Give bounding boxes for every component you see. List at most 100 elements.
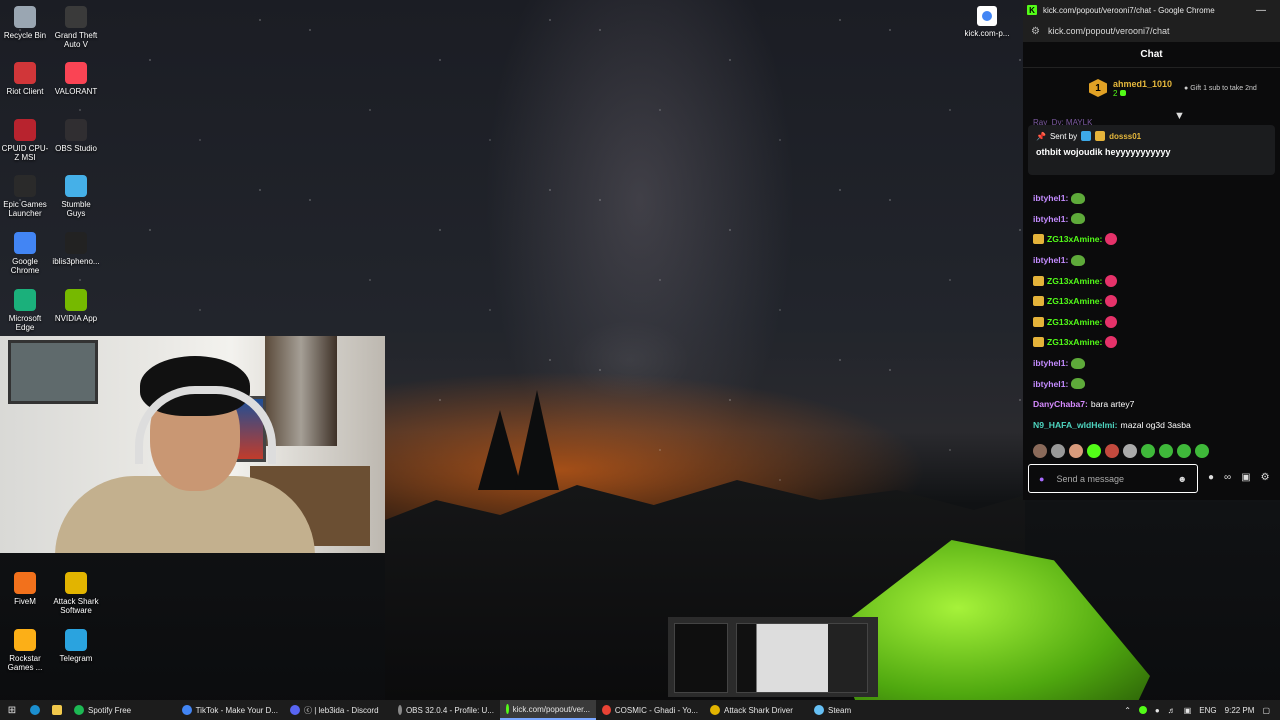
desktop-shortcut[interactable]: Telegram	[51, 629, 101, 663]
minimize-button[interactable]: —	[1256, 5, 1266, 16]
desktop-shortcut[interactable]: Riot Client	[0, 62, 50, 96]
desktop-shortcut[interactable]: Grand Theft Auto V	[51, 6, 101, 49]
settings-icon[interactable]: ⚙	[1261, 472, 1270, 483]
chat-username[interactable]: ZG13xAmine:	[1047, 276, 1102, 286]
chrome-icon	[602, 705, 611, 715]
volume-icon[interactable]: ♬	[1168, 706, 1176, 715]
chat-username[interactable]: ZG13xAmine:	[1047, 337, 1102, 347]
chat-input[interactable]: ● Send a message ☻	[1028, 464, 1198, 493]
desktop-shortcut[interactable]: Recycle Bin	[0, 6, 50, 40]
chat-message[interactable]: ibtyhel1:	[1033, 373, 1273, 394]
windows-start-icon[interactable]: ⊞	[0, 705, 24, 716]
chat-message[interactable]: ibtyhel1:	[1033, 250, 1273, 271]
emote-icon[interactable]	[1033, 444, 1047, 458]
taskbar-app[interactable]: COSMIC - Ghadi - Yo...	[596, 700, 704, 720]
chat-username[interactable]: ZG13xAmine:	[1047, 234, 1102, 244]
language-indicator[interactable]: ENG	[1199, 706, 1216, 715]
preview-thumbnail[interactable]	[674, 623, 728, 693]
emoji-icon[interactable]: ☻	[1178, 474, 1187, 484]
stumble-icon	[65, 175, 87, 197]
taskbar-app[interactable]: TikTok - Make Your D...	[176, 700, 284, 720]
network-icon[interactable]: ▣	[1184, 706, 1192, 715]
chat-username[interactable]: ibtyhel1:	[1033, 379, 1068, 389]
emote-icon[interactable]	[1195, 444, 1209, 458]
desktop-shortcut[interactable]: Epic Games Launcher	[0, 175, 50, 218]
notification-icon[interactable]: ▢	[1262, 706, 1270, 715]
tray-app-icon[interactable]	[1138, 706, 1147, 714]
desktop-shortcut[interactable]: FiveM	[0, 572, 50, 606]
gta-icon	[65, 6, 87, 28]
emote-icon[interactable]	[1123, 444, 1137, 458]
pinned-message[interactable]: 📌 Sent by dosss01 othbit wojoudik heyyyy…	[1028, 125, 1275, 175]
desktop-shortcut[interactable]: Google Chrome	[0, 232, 50, 275]
chat-username[interactable]: DanyChaba7:	[1033, 399, 1088, 409]
chat-message[interactable]: ibtyhel1:	[1033, 209, 1273, 230]
emote-icon[interactable]	[1051, 444, 1065, 458]
desktop-shortcut[interactable]: CPUID CPU-Z MSI	[0, 119, 50, 162]
chat-username[interactable]: ZG13xAmine:	[1047, 296, 1102, 306]
chat-message[interactable]: ibtyhel1:	[1033, 353, 1273, 374]
desktop-shortcut-label: OBS Studio	[55, 144, 97, 153]
emote-icon[interactable]	[1159, 444, 1173, 458]
preview-thumbnail[interactable]	[736, 623, 868, 693]
window-titlebar[interactable]: K kick.com/popout/verooni7/chat - Google…	[1023, 0, 1280, 20]
desktop-shortcut-label: Rockstar Games ...	[7, 654, 43, 672]
link-icon[interactable]: ∞	[1224, 472, 1231, 483]
emote-icon[interactable]	[1177, 444, 1191, 458]
gift-box-icon[interactable]: ▣	[1241, 472, 1250, 483]
chat-message[interactable]: N9_HAFA_wldHelmi: mazal og3d 3asba	[1033, 415, 1273, 436]
desktop-shortcut[interactable]: Microsoft Edge	[0, 289, 50, 332]
chevron-up-icon[interactable]: ⌃	[1124, 706, 1131, 715]
taskbar-app[interactable]: Attack Shark Driver	[704, 700, 808, 720]
microphone-icon[interactable]: ●	[1039, 474, 1044, 484]
taskbar-app[interactable]: Steam	[808, 700, 870, 720]
taskbar-app[interactable]: ⓒ | leb3ida - Discord	[284, 700, 392, 720]
chat-message[interactable]: ZG13xAmine:	[1033, 270, 1273, 291]
chat-message[interactable]: ibtyhel1:	[1033, 188, 1273, 209]
address-bar[interactable]: ⚙ kick.com/popout/verooni7/chat	[1023, 20, 1280, 42]
desktop-shortcut[interactable]: OBS Studio	[51, 119, 101, 153]
edge-pinned[interactable]	[24, 700, 46, 720]
desktop-shortcut[interactable]: Attack Shark Software	[51, 572, 101, 615]
heart-emote-icon	[1105, 233, 1118, 246]
chat-message[interactable]: ZG13xAmine:	[1033, 229, 1273, 250]
desktop-shortcut[interactable]: VALORANT	[51, 62, 101, 96]
chat-username[interactable]: ibtyhel1:	[1033, 214, 1068, 224]
taskbar-app[interactable]: OBS 32.0.4 - Profile: U...	[392, 700, 500, 720]
file-explorer-pinned[interactable]	[46, 700, 68, 720]
kick-shortcut[interactable]: kick.com-p...	[963, 6, 1011, 38]
crown-badge-icon	[1095, 131, 1106, 141]
heart-emote-icon	[1105, 315, 1118, 328]
microphone-icon[interactable]: ●	[1155, 706, 1160, 715]
sent-by-user[interactable]: dosss01	[1109, 132, 1141, 141]
desktop-shortcut[interactable]: NVIDIA App	[51, 289, 101, 323]
gift-leaderboard[interactable]: 1 ahmed1_1010 2 ● Gift 1 sub to take 2nd	[1023, 68, 1280, 108]
chat-username[interactable]: ibtyhel1:	[1033, 193, 1068, 203]
chat-input-placeholder: Send a message	[1056, 473, 1124, 484]
taskbar-app[interactable]: Spotify Free	[68, 700, 176, 720]
chrome-icon	[982, 11, 992, 21]
taskbar-app-label: Steam	[828, 705, 852, 715]
rank-badge: 1	[1089, 79, 1107, 97]
chat-username[interactable]: ibtyhel1:	[1033, 255, 1068, 265]
chat-message[interactable]: DanyChaba7: bara artey7	[1033, 394, 1273, 415]
desktop-shortcut[interactable]: Rockstar Games ...	[0, 629, 50, 672]
filter-icon[interactable]: ▼	[1174, 110, 1185, 122]
emote-icon[interactable]	[1069, 444, 1083, 458]
heart-emote-icon	[1105, 336, 1118, 349]
emote-icon[interactable]	[1087, 444, 1101, 458]
desktop-shortcut[interactable]: Stumble Guys	[51, 175, 101, 218]
emote-icon[interactable]	[1105, 444, 1119, 458]
points-icon[interactable]: ●	[1208, 472, 1214, 483]
chat-username[interactable]: ZG13xAmine:	[1047, 317, 1102, 327]
clock[interactable]: 9:22 PM	[1225, 706, 1255, 715]
chat-message[interactable]: ZG13xAmine:	[1033, 332, 1273, 353]
chat-message[interactable]: ZG13xAmine:	[1033, 312, 1273, 333]
desktop-shortcut[interactable]: iblis3pheno...	[51, 232, 101, 266]
taskbar-app[interactable]: kick.com/popout/ver...	[500, 700, 596, 720]
emote-icon[interactable]	[1141, 444, 1155, 458]
chat-username[interactable]: ibtyhel1:	[1033, 358, 1068, 368]
chat-message[interactable]: ZG13xAmine:	[1033, 291, 1273, 312]
chat-username[interactable]: N9_HAFA_wldHelmi:	[1033, 420, 1118, 430]
site-info-icon[interactable]: ⚙	[1031, 26, 1040, 37]
